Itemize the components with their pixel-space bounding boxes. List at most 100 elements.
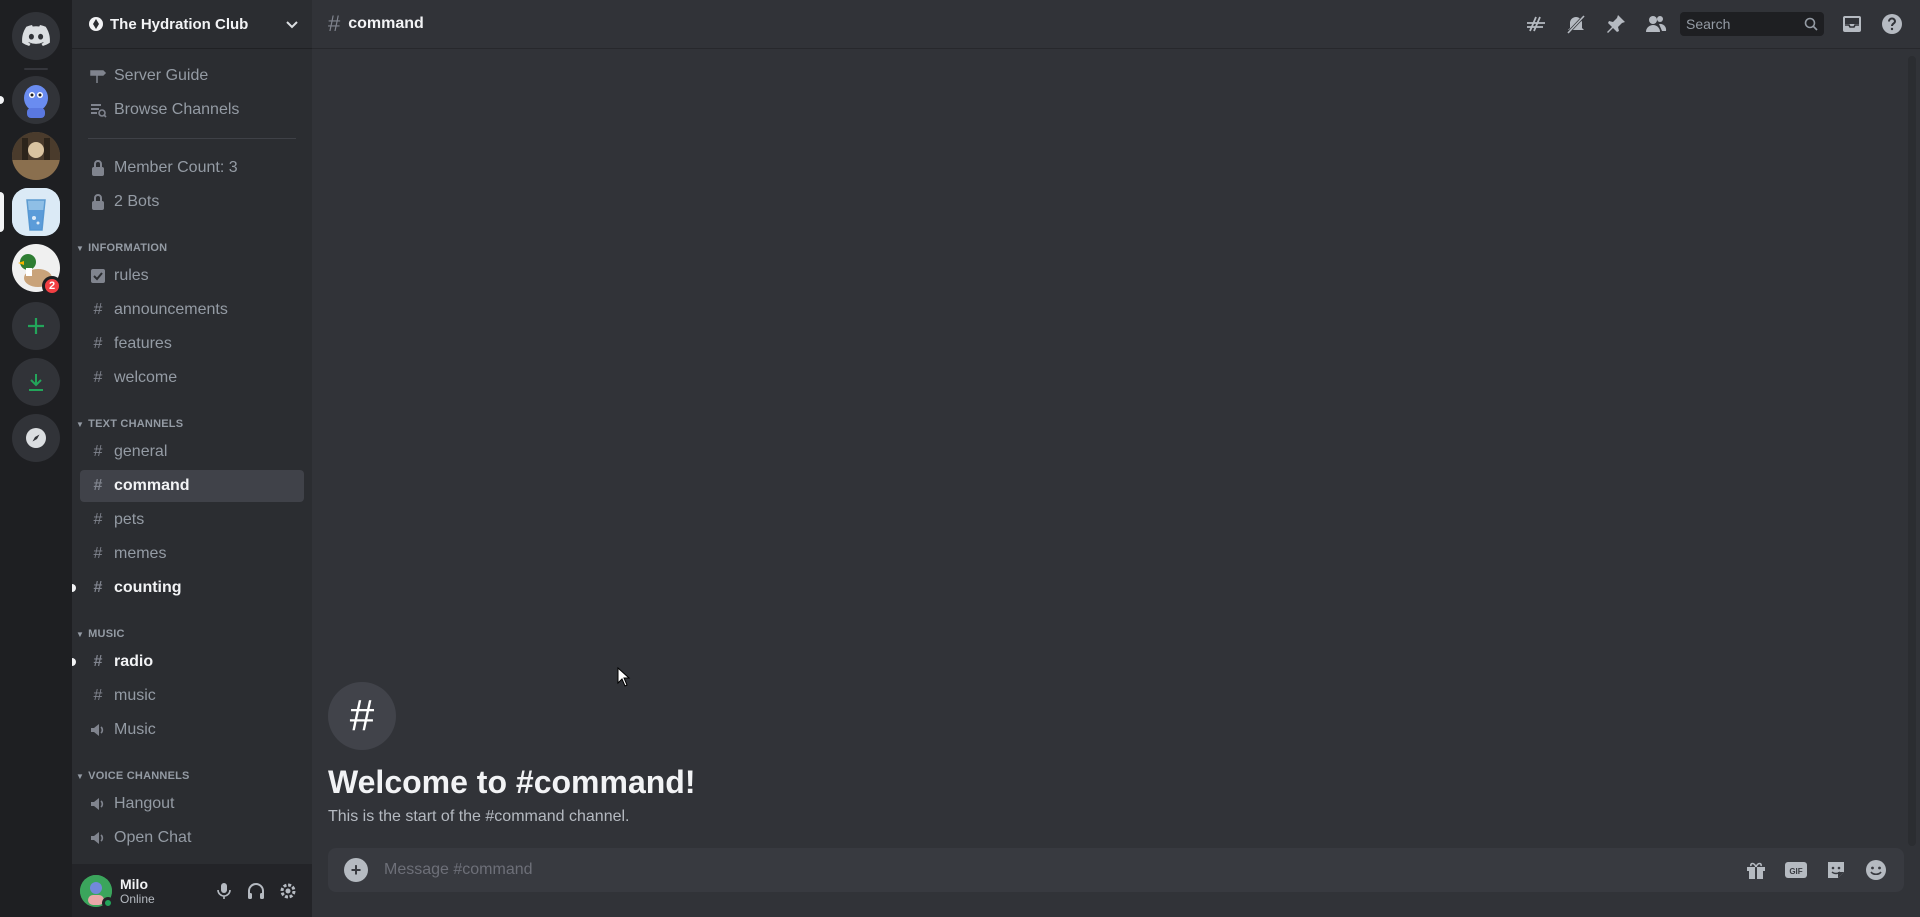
- lock-icon: [88, 192, 108, 212]
- sidebar-item-member-count[interactable]: Member Count: 3: [80, 152, 304, 184]
- online-status-indicator: [102, 896, 114, 909]
- sticker-button[interactable]: [1816, 854, 1856, 886]
- download-icon: [29, 374, 43, 391]
- server-avatar: [24, 85, 48, 118]
- download-apps-button[interactable]: [12, 358, 60, 406]
- server-icon-photo[interactable]: [12, 132, 60, 180]
- server-icon-hydration-club[interactable]: [12, 188, 60, 236]
- server-list-divider: [24, 68, 48, 70]
- category-voice-channels[interactable]: ▼ VOICE CHANNELS: [76, 768, 190, 784]
- channel-announcements[interactable]: # announcements: [80, 294, 304, 326]
- category-title: VOICE CHANNELS: [88, 770, 190, 782]
- sidebar-item-browse-channels[interactable]: Browse Channels: [80, 94, 304, 126]
- compass-icon: [26, 428, 46, 448]
- voice-channel-music[interactable]: Music: [80, 714, 304, 746]
- gif-button[interactable]: GIF: [1776, 854, 1816, 886]
- channel-rules[interactable]: rules: [80, 260, 304, 292]
- user-info[interactable]: Milo Online: [120, 876, 208, 906]
- channel-label: welcome: [114, 369, 178, 386]
- chevron-down-icon: [286, 21, 298, 29]
- unread-indicator: [72, 584, 76, 592]
- discord-logo-icon: [22, 25, 50, 46]
- channel-welcome[interactable]: # welcome: [80, 362, 304, 394]
- sidebar-item-server-guide[interactable]: Server Guide: [80, 60, 304, 92]
- channel-label: music: [114, 687, 156, 704]
- emoji-button[interactable]: [1856, 854, 1896, 886]
- avatar[interactable]: [80, 874, 114, 909]
- browse-channels-icon: [88, 100, 108, 120]
- channel-pets[interactable]: # pets: [80, 504, 304, 536]
- channel-label: counting: [114, 579, 182, 596]
- help-button[interactable]: [1872, 12, 1912, 36]
- voice-channel-hangout[interactable]: Hangout: [80, 788, 304, 820]
- guild-name: The Hydration Club: [110, 15, 249, 33]
- search-placeholder: Search: [1686, 16, 1731, 32]
- sticker-icon: [1828, 862, 1844, 878]
- channel-label: command: [114, 477, 190, 494]
- guild-header[interactable]: The Hydration Club: [72, 0, 312, 48]
- channel-radio[interactable]: # radio: [72, 646, 304, 678]
- chevron-down-icon: ▼: [76, 771, 85, 781]
- member-list-button[interactable]: [1636, 12, 1676, 36]
- mouse-cursor-icon: [617, 667, 631, 687]
- svg-text:GIF: GIF: [1789, 867, 1802, 876]
- username: Milo: [120, 875, 148, 892]
- sidebar-item-bots[interactable]: 2 Bots: [80, 186, 304, 218]
- chat-area: # command Search # Welcome to #command! …: [312, 0, 1920, 917]
- gif-icon: GIF: [1785, 862, 1807, 878]
- welcome-subtitle: This is the start of the #command channe…: [328, 808, 630, 825]
- category-title: TEXT CHANNELS: [88, 418, 184, 430]
- welcome-title: Welcome to #command!: [328, 764, 696, 800]
- threads-button[interactable]: [1516, 12, 1556, 36]
- channel-label: general: [114, 443, 168, 460]
- user-settings-button[interactable]: [272, 875, 304, 907]
- message-scrollbar[interactable]: [1908, 56, 1916, 846]
- category-title: INFORMATION: [88, 242, 168, 254]
- deafen-button[interactable]: [240, 875, 272, 907]
- chevron-down-icon: ▼: [76, 419, 85, 429]
- plus-icon: [28, 318, 44, 334]
- mention-badge: 2: [42, 276, 62, 296]
- channel-memes[interactable]: # memes: [80, 538, 304, 570]
- gift-button[interactable]: [1736, 854, 1776, 886]
- pin-icon: [1607, 15, 1625, 33]
- mute-button[interactable]: [208, 875, 240, 907]
- members-icon: [1646, 16, 1667, 32]
- channel-music[interactable]: # music: [80, 680, 304, 712]
- speaker-icon: [88, 828, 108, 848]
- search-input[interactable]: Search: [1680, 12, 1824, 36]
- category-title: MUSIC: [88, 628, 125, 640]
- threads-icon: [1527, 16, 1545, 32]
- message-composer[interactable]: + Message #command GIF: [328, 848, 1904, 892]
- add-server-button[interactable]: [12, 302, 60, 350]
- inbox-button[interactable]: [1832, 12, 1872, 36]
- notification-settings-button[interactable]: [1556, 12, 1596, 36]
- hash-icon: #: [93, 687, 103, 704]
- channel-general[interactable]: # general: [80, 436, 304, 468]
- category-music[interactable]: ▼ MUSIC: [76, 626, 125, 642]
- category-text-channels[interactable]: ▼ TEXT CHANNELS: [76, 416, 183, 432]
- channel-sidebar: The Hydration Club Server Guide Browse C…: [72, 0, 312, 917]
- hash-icon: #: [93, 335, 103, 352]
- channel-counting[interactable]: # counting: [72, 572, 304, 604]
- direct-messages-button[interactable]: [12, 12, 60, 60]
- plus-icon: +: [350, 860, 362, 880]
- hash-icon: #: [93, 477, 103, 494]
- channel-label: Music: [114, 721, 156, 738]
- unread-pill: [0, 96, 4, 104]
- category-information[interactable]: ▼ INFORMATION: [76, 240, 167, 256]
- explore-servers-button[interactable]: [12, 414, 60, 462]
- voice-channel-open-chat[interactable]: Open Chat: [80, 822, 304, 854]
- server-icon-mascot[interactable]: [12, 76, 60, 124]
- inbox-icon: [1843, 16, 1861, 32]
- selected-server-pill: [0, 192, 4, 232]
- channel-command[interactable]: # command: [80, 470, 304, 502]
- channel-features[interactable]: # features: [80, 328, 304, 360]
- upload-button[interactable]: +: [344, 858, 368, 882]
- search-icon: [1804, 17, 1818, 31]
- sidebar-item-label: 2 Bots: [114, 193, 160, 210]
- pinned-messages-button[interactable]: [1596, 12, 1636, 36]
- channel-hash-icon: #: [328, 682, 396, 750]
- message-input[interactable]: Message #command: [384, 861, 1736, 879]
- user-panel: Milo Online: [72, 864, 312, 917]
